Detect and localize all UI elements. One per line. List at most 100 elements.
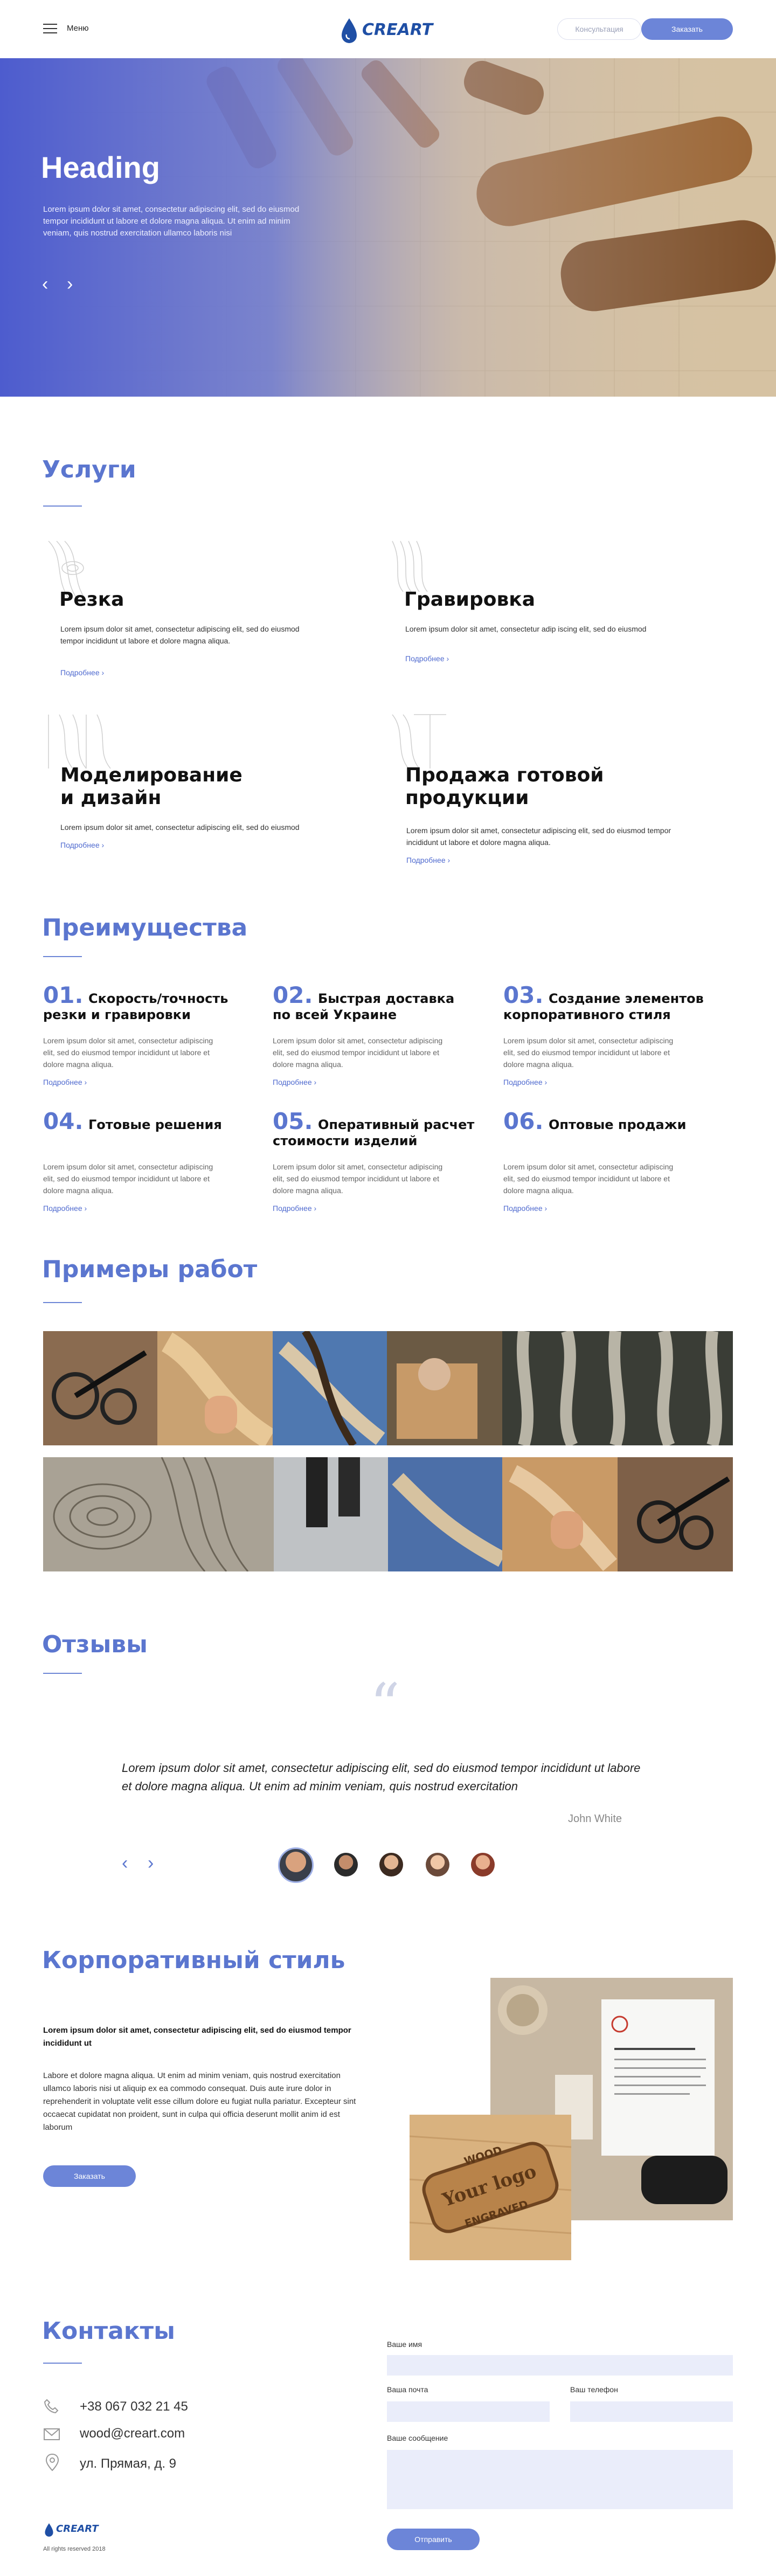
reviews-divider [43, 1673, 82, 1674]
advantage-title-line1: Быстрая доставка [318, 991, 455, 1006]
message-label: Ваше сообщение [387, 2434, 448, 2442]
service-sales-title: Продажа готовой продукции [405, 764, 604, 809]
services-divider [43, 505, 82, 507]
hero-description: Lorem ipsum dolor sit amet, consectetur … [43, 205, 300, 238]
advantage-more-link[interactable]: Подробнее › [503, 1204, 547, 1213]
order-button[interactable]: Заказать [641, 18, 733, 40]
advantage-more-link[interactable]: Подробнее › [43, 1078, 87, 1086]
service-modeling-title: Моделирование и дизайн [60, 764, 242, 809]
reviews-next-arrow-icon[interactable]: › [148, 1854, 154, 1872]
contacts-divider [43, 2363, 82, 2364]
advantage-title: Быстрая доставка по всей Украине [273, 991, 477, 1023]
advantage-number: 06. [503, 1108, 544, 1134]
advantage-more-link[interactable]: Подробнее › [503, 1078, 547, 1086]
advantage-title: Оперативный расчет стоимости изделий [273, 1117, 477, 1149]
advantage-title: Создание элементов корпоративного стиля [503, 991, 708, 1023]
advantage-text: Lorem ipsum dolor sit amet, consectetur … [273, 1036, 443, 1069]
advantage-text: Lorem ipsum dolor sit amet, consectetur … [43, 1036, 213, 1069]
advantage-more-link[interactable]: Подробнее › [273, 1078, 316, 1086]
message-textarea[interactable] [387, 2450, 733, 2509]
footer-logo[interactable]: CREART [43, 2522, 119, 2544]
drop-logo-icon [342, 18, 357, 43]
consultation-button[interactable]: Консультация [557, 18, 641, 40]
advantage-title-line1: Оперативный расчет [318, 1117, 475, 1132]
menu-label[interactable]: Меню [67, 24, 89, 33]
phone-icon [44, 2399, 59, 2414]
site-header: Меню CREART Консультация Заказать [0, 0, 776, 58]
phone-label: Ваш телефон [570, 2385, 618, 2394]
reviewer-avatar-active[interactable] [278, 1847, 314, 1883]
advantage-title-line2: корпоративного стиля [503, 1007, 671, 1022]
corporate-text: Labore et dolore magna aliqua. Ut enim a… [43, 2071, 356, 2132]
portfolio-photo-2[interactable] [273, 1331, 502, 1445]
email-label: Ваша почта [387, 2385, 428, 2394]
service-sales-text: Lorem ipsum dolor sit amet, consectetur … [406, 826, 671, 847]
wood-texture-icon [392, 541, 428, 592]
portfolio-divider [43, 1302, 82, 1303]
portfolio-photo-3[interactable] [502, 1331, 733, 1445]
corporate-order-button[interactable]: Заказать [43, 2165, 136, 2187]
hero-banner: Heading Lorem ipsum dolor sit amet, cons… [0, 58, 776, 397]
service-modeling-text: Lorem ipsum dolor sit amet, consectetur … [60, 823, 300, 832]
advantage-title-line2: по всей Украине [273, 1007, 397, 1022]
service-cutting-title: Резка [59, 588, 124, 611]
portfolio-photo-5[interactable] [274, 1457, 502, 1571]
portfolio-photo-4[interactable] [43, 1457, 274, 1571]
hero-next-arrow-icon[interactable]: › [67, 275, 73, 293]
advantage-more-link[interactable]: Подробнее › [43, 1204, 87, 1213]
service-engraving-title: Гравировка [404, 588, 536, 611]
contact-address: ул. Прямая, д. 9 [80, 2456, 177, 2471]
engraved-logo-photo: WOOD Your logo ENGRAVED [410, 2115, 571, 2260]
advantage-more-link[interactable]: Подробнее › [273, 1204, 316, 1213]
location-pin-icon [45, 2453, 59, 2471]
reviewer-avatar[interactable] [426, 1853, 449, 1876]
service-modeling-title-line1: Моделирование [60, 764, 242, 786]
advantage-title: Готовые решения [88, 1117, 250, 1133]
name-input[interactable] [387, 2355, 733, 2376]
submit-button[interactable]: Отправить [387, 2529, 480, 2550]
advantage-title-line1: Скорость/точность [88, 991, 228, 1006]
advantage-title-line1: Готовые решения [88, 1117, 222, 1132]
hero-prev-arrow-icon[interactable]: ‹ [42, 275, 48, 293]
service-cutting-text: Lorem ipsum dolor sit amet, consectetur … [60, 625, 300, 645]
advantage-title-line1: Оптовые продажи [549, 1117, 687, 1132]
service-modeling-more-link[interactable]: Подробнее › [60, 841, 104, 849]
advantage-title: Оптовые продажи [549, 1117, 710, 1133]
reviewer-avatar[interactable] [334, 1853, 358, 1876]
contact-phone[interactable]: +38 067 032 21 45 [80, 2399, 188, 2414]
service-cutting-more-link[interactable]: Подробнее › [60, 668, 104, 677]
service-sales-more-link[interactable]: Подробнее › [406, 856, 450, 864]
service-modeling-title-line2: и дизайн [60, 787, 162, 809]
phone-input[interactable] [570, 2401, 733, 2422]
portfolio-title: Примеры работ [42, 1256, 258, 1283]
advantages-title: Преимущества [42, 914, 248, 941]
advantage-number: 04. [43, 1108, 84, 1134]
advantage-title-line2: стоимости изделий [273, 1133, 418, 1148]
hamburger-menu-icon[interactable] [43, 24, 57, 33]
corporate-bold-text: Lorem ipsum dolor sit amet, consectetur … [43, 2026, 351, 2048]
advantage-title-line1: Создание элементов [549, 991, 704, 1006]
service-engraving-more-link[interactable]: Подробнее › [405, 654, 449, 663]
email-input[interactable] [387, 2401, 550, 2422]
reviewer-avatar[interactable] [471, 1853, 495, 1876]
service-sales-title-line2: продукции [405, 787, 529, 809]
footer-logo-text: CREART [56, 2523, 99, 2535]
services-title: Услуги [42, 456, 136, 483]
creart-logo[interactable]: CREART [338, 16, 441, 44]
contact-email[interactable]: wood@creart.com [80, 2426, 185, 2441]
review-text: Lorem ipsum dolor sit amet, consectetur … [122, 1761, 641, 1793]
portfolio-photo-6[interactable] [502, 1457, 733, 1571]
service-engraving-text: Lorem ipsum dolor sit amet, consectetur … [405, 625, 647, 633]
mail-icon [44, 2428, 60, 2440]
reviews-title: Отзывы [42, 1631, 148, 1658]
reviews-prev-arrow-icon[interactable]: ‹ [122, 1854, 128, 1872]
copyright: All rights reserved 2018 [43, 2546, 106, 2552]
hero-heading: Heading [41, 150, 160, 184]
reviewer-avatar[interactable] [379, 1853, 403, 1876]
advantage-text: Lorem ipsum dolor sit amet, consectetur … [503, 1036, 674, 1069]
advantage-title: Скорость/точность резки и гравировки [43, 991, 248, 1023]
portfolio-photo-1[interactable] [43, 1331, 273, 1445]
drop-logo-icon [45, 2523, 53, 2537]
service-sales-title-line1: Продажа готовой [405, 764, 604, 786]
name-label: Ваше имя [387, 2340, 422, 2349]
